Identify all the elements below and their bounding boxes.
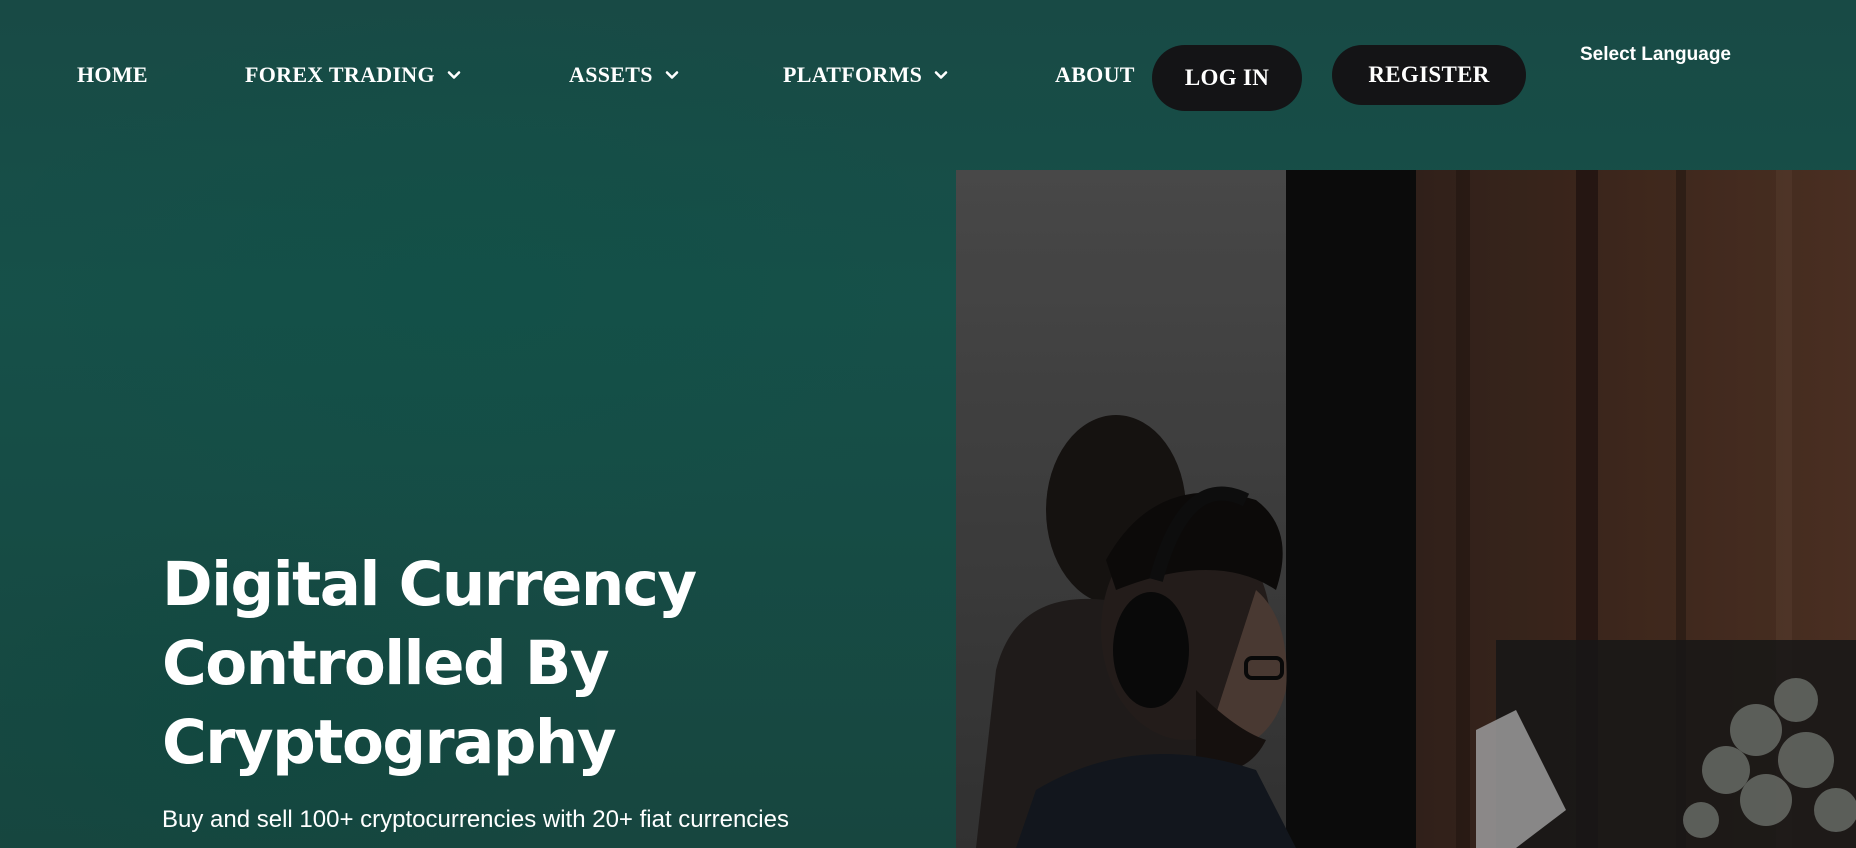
hero-photo [956, 170, 1856, 848]
hero-title-line: Cryptography [162, 707, 617, 778]
hero-title-line: Controlled By [162, 628, 610, 699]
nav-forex-trading[interactable]: FOREX TRADING [245, 60, 463, 90]
chevron-down-icon [445, 66, 463, 84]
language-selector-label: Select Language [1580, 44, 1731, 65]
hero-subtitle: Buy and sell 100+ cryptocurrencies with … [162, 806, 789, 833]
main-nav: HOME FOREX TRADING ASSETS PLATFORMS ABOU… [0, 0, 1856, 150]
login-button[interactable]: LOG IN [1152, 45, 1302, 111]
nav-assets[interactable]: ASSETS [569, 60, 681, 90]
nav-forex-trading-label: FOREX TRADING [245, 62, 435, 87]
chevron-down-icon [663, 66, 681, 84]
nav-platforms-label: PLATFORMS [783, 62, 923, 87]
login-button-label: LOG IN [1184, 65, 1270, 90]
nav-assets-label: ASSETS [569, 62, 653, 87]
page: HOME FOREX TRADING ASSETS PLATFORMS ABOU… [0, 0, 1856, 848]
language-selector[interactable]: Select Language [1580, 44, 1731, 66]
hero-title-line: Digital Currency [162, 549, 697, 620]
register-button[interactable]: REGISTER [1332, 45, 1526, 105]
nav-home-label: HOME [77, 62, 148, 87]
chevron-down-icon [932, 66, 950, 84]
register-button-label: REGISTER [1368, 62, 1490, 87]
nav-about-label: ABOUT [1055, 62, 1135, 87]
hero-title: Digital Currency Controlled By Cryptogra… [162, 545, 862, 782]
nav-about[interactable]: ABOUT [1055, 60, 1135, 90]
nav-home[interactable]: HOME [77, 60, 148, 90]
nav-platforms[interactable]: PLATFORMS [783, 60, 950, 90]
